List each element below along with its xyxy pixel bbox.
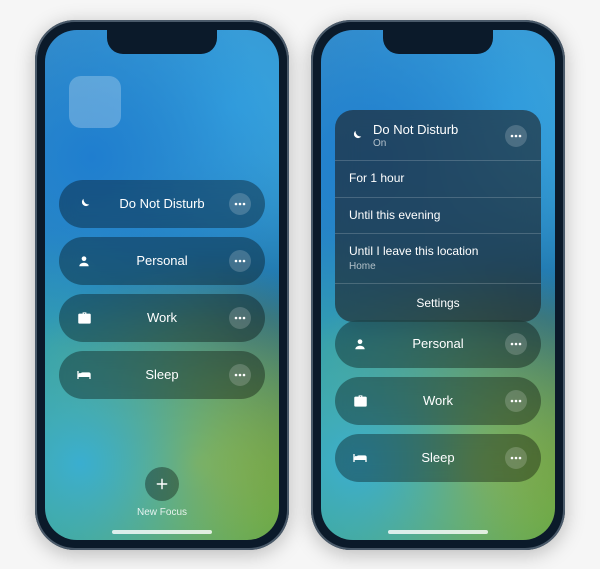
card-header[interactable]: Do Not Disturb On	[335, 110, 541, 161]
briefcase-icon	[349, 390, 371, 412]
focus-label: Sleep	[95, 367, 229, 382]
new-focus: New Focus	[45, 467, 279, 518]
notch	[383, 30, 493, 54]
focus-pill-sleep[interactable]: Sleep	[335, 434, 541, 482]
focus-label: Personal	[371, 336, 505, 351]
dnd-option-for-1-hour[interactable]: For 1 hour	[335, 160, 541, 197]
bed-icon	[349, 447, 371, 469]
dnd-option-until-leave-location[interactable]: Until I leave this location Home	[335, 233, 541, 283]
person-icon	[349, 333, 371, 355]
focus-list: Personal Work Sleep	[335, 320, 541, 482]
bed-icon	[73, 364, 95, 386]
more-icon[interactable]	[505, 125, 527, 147]
settings-label: Settings	[416, 296, 459, 310]
card-title: Do Not Disturb	[373, 122, 495, 138]
add-focus-button[interactable]	[145, 467, 179, 501]
focus-pill-personal[interactable]: Personal	[335, 320, 541, 368]
card-status: On	[373, 138, 495, 151]
option-sublabel: Home	[349, 260, 527, 273]
home-indicator[interactable]	[112, 530, 212, 534]
focus-label: Do Not Disturb	[95, 196, 229, 211]
more-icon[interactable]	[229, 250, 251, 272]
more-icon[interactable]	[505, 390, 527, 412]
focus-label: Work	[95, 310, 229, 325]
focus-label: Sleep	[371, 450, 505, 465]
card-title-block: Do Not Disturb On	[373, 122, 495, 151]
notch	[107, 30, 217, 54]
option-label: Until I leave this location	[349, 244, 527, 260]
focus-label: Personal	[95, 253, 229, 268]
dnd-option-until-evening[interactable]: Until this evening	[335, 197, 541, 234]
dnd-settings-row[interactable]: Settings	[335, 283, 541, 322]
more-icon[interactable]	[505, 333, 527, 355]
focus-pill-sleep[interactable]: Sleep	[59, 351, 265, 399]
home-indicator[interactable]	[388, 530, 488, 534]
option-label: Until this evening	[349, 208, 527, 224]
phone-left: Do Not Disturb Personal Work	[35, 20, 289, 550]
focus-pill-personal[interactable]: Personal	[59, 237, 265, 285]
more-icon[interactable]	[229, 307, 251, 329]
focus-pill-work[interactable]: Work	[335, 377, 541, 425]
briefcase-icon	[73, 307, 95, 329]
moon-icon	[349, 129, 363, 143]
background-app-tile	[69, 76, 121, 128]
moon-icon	[73, 193, 95, 215]
dnd-expanded-card: Do Not Disturb On For 1 hour Until this …	[335, 110, 541, 323]
phone-right: Do Not Disturb On For 1 hour Until this …	[311, 20, 565, 550]
screen: Do Not Disturb Personal Work	[45, 30, 279, 540]
more-icon[interactable]	[229, 193, 251, 215]
screen: Do Not Disturb On For 1 hour Until this …	[321, 30, 555, 540]
option-label: For 1 hour	[349, 171, 527, 187]
focus-label: Work	[371, 393, 505, 408]
focus-pill-do-not-disturb[interactable]: Do Not Disturb	[59, 180, 265, 228]
new-focus-label: New Focus	[137, 507, 187, 518]
focus-pill-work[interactable]: Work	[59, 294, 265, 342]
more-icon[interactable]	[505, 447, 527, 469]
more-icon[interactable]	[229, 364, 251, 386]
focus-list: Do Not Disturb Personal Work	[59, 180, 265, 399]
person-icon	[73, 250, 95, 272]
